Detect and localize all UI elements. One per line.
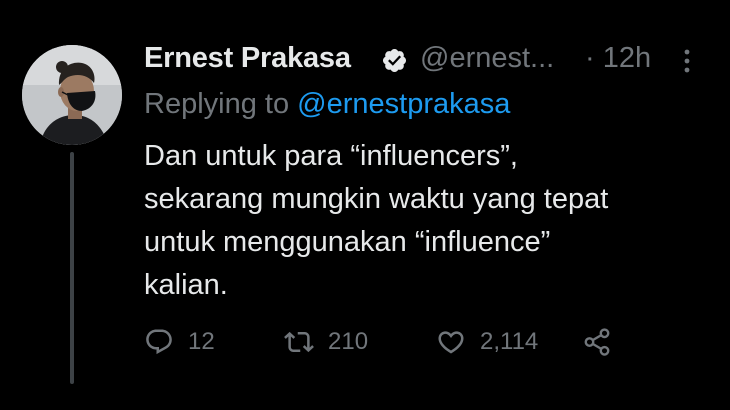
retweet-button[interactable]: 210 — [284, 322, 368, 362]
tweet-header: Ernest Prakasa @ernest... · 12h — [144, 40, 714, 82]
thread-connector-line — [70, 152, 74, 384]
tweet-timestamp[interactable]: · 12h — [585, 42, 651, 75]
avatar-photo — [22, 45, 122, 145]
tweet-text-line: untuk menggunakan “influence” — [144, 226, 551, 258]
reply-button[interactable]: 12 — [144, 322, 215, 362]
reply-bubble-icon — [146, 329, 172, 355]
more-vertical-icon[interactable] — [682, 48, 692, 74]
tweet-text-line: kalian. — [144, 269, 228, 301]
like-count: 2,114 — [480, 328, 539, 355]
separator-dot: · — [585, 42, 595, 74]
tweet-actions: 12 210 2,114 — [144, 322, 624, 362]
author-name[interactable]: Ernest Prakasa — [144, 42, 351, 75]
avatar[interactable] — [22, 45, 122, 145]
reply-count: 12 — [188, 328, 215, 355]
author-handle[interactable]: @ernest... — [420, 42, 554, 75]
tweet-text-line: sekarang mungkin waktu yang tepat — [144, 183, 609, 215]
share-nodes-icon — [584, 328, 610, 356]
replying-mention-link[interactable]: @ernestprakasa — [297, 88, 510, 120]
retweet-arrows-icon — [284, 331, 314, 353]
share-button[interactable] — [582, 322, 612, 362]
time-label: 12h — [602, 42, 652, 74]
heart-outline-icon — [438, 331, 464, 354]
tweet-text-line: Dan untuk para “influencers”, — [144, 140, 518, 172]
verified-badge-icon — [382, 48, 407, 73]
retweet-count: 210 — [328, 328, 369, 355]
like-button[interactable]: 2,114 — [436, 322, 538, 362]
tweet-text: Dan untuk para “influencers”, sekarang m… — [144, 135, 719, 307]
replying-prefix: Replying to — [144, 88, 290, 120]
tweet[interactable]: Ernest Prakasa @ernest... · 12h Replying… — [0, 0, 730, 410]
replying-to-line: Replying to @ernestprakasa — [144, 88, 510, 121]
